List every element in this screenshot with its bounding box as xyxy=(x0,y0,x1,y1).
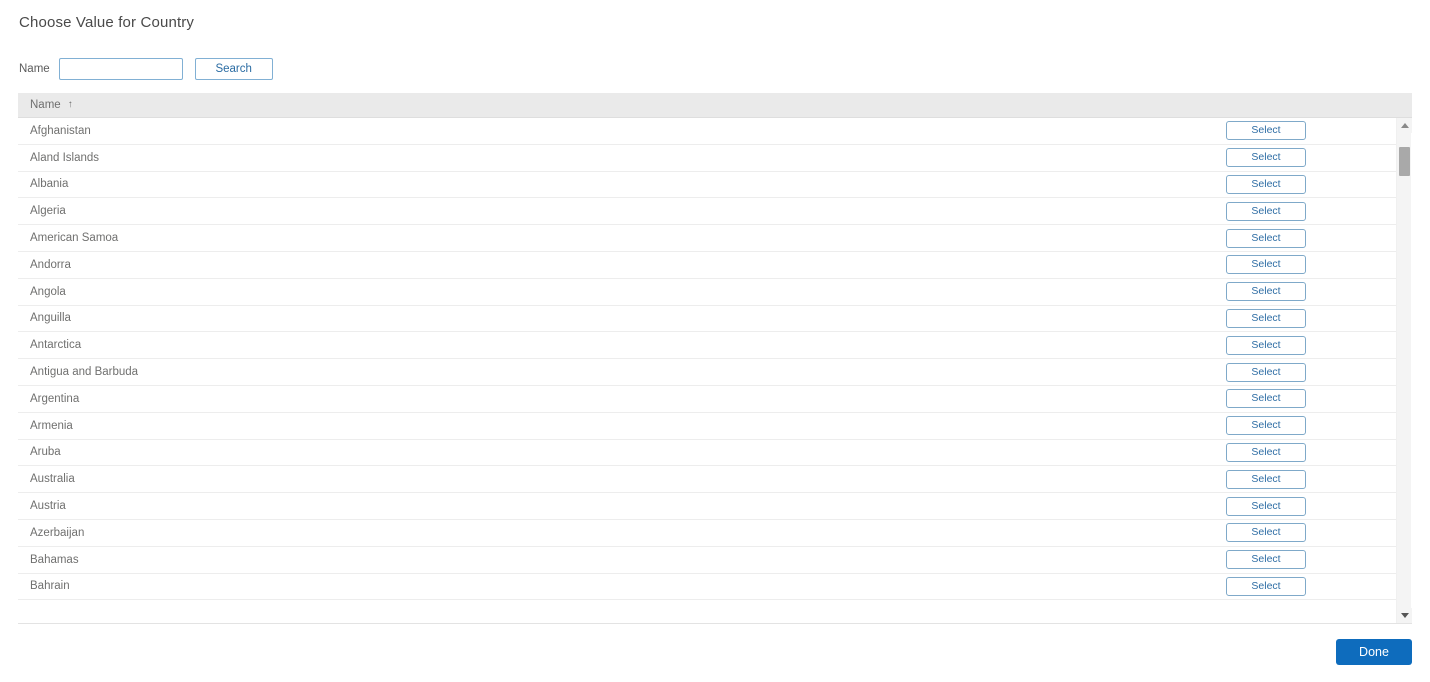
column-header-name-label: Name xyxy=(30,99,61,111)
row-action-cell: Select xyxy=(1226,308,1396,328)
table-row[interactable]: Aland Islands Select xyxy=(18,145,1396,172)
vertical-scrollbar[interactable] xyxy=(1396,118,1412,623)
table-row[interactable]: Antigua and Barbuda Select xyxy=(18,359,1396,386)
select-button[interactable]: Select xyxy=(1226,389,1306,409)
country-name-cell: Armenia xyxy=(30,419,73,432)
table-row[interactable]: Albania Select xyxy=(18,172,1396,199)
triangle-up-icon[interactable] xyxy=(1397,118,1412,133)
country-name-cell: American Samoa xyxy=(30,232,119,245)
search-form: Name Search xyxy=(19,57,273,81)
select-button[interactable]: Select xyxy=(1226,416,1306,436)
row-action-cell: Select xyxy=(1226,255,1396,275)
table-row[interactable]: Argentina Select xyxy=(18,386,1396,413)
row-action-cell: Select xyxy=(1226,121,1396,141)
select-button[interactable]: Select xyxy=(1226,496,1306,516)
table-row[interactable]: American Samoa Select xyxy=(18,225,1396,252)
table-row[interactable]: Australia Select xyxy=(18,466,1396,494)
country-name-cell: Antarctica xyxy=(30,339,82,352)
select-button[interactable]: Select xyxy=(1226,576,1306,596)
row-action-cell: Select xyxy=(1226,335,1396,355)
row-action-cell: Select xyxy=(1226,148,1396,168)
country-table: Name ↑ Afghanistan Select Aland Islands Sel… xyxy=(18,93,1412,624)
table-body: Afghanistan Select Aland Islands Select Alba… xyxy=(18,118,1412,624)
select-button[interactable]: Select xyxy=(1226,469,1306,489)
select-button[interactable]: Select xyxy=(1226,335,1306,355)
select-button[interactable]: Select xyxy=(1226,121,1306,141)
row-action-cell: Select xyxy=(1226,550,1396,570)
country-name-cell: Bahamas xyxy=(30,553,79,566)
country-name-cell: Aland Islands xyxy=(30,151,100,164)
select-button[interactable]: Select xyxy=(1226,308,1306,328)
table-row[interactable]: Afghanistan Select xyxy=(18,118,1396,145)
select-button[interactable]: Select xyxy=(1226,148,1306,168)
select-button[interactable]: Select xyxy=(1226,442,1306,462)
table-row[interactable]: Angola Select xyxy=(18,279,1396,306)
country-name-cell: Azerbaijan xyxy=(30,526,85,539)
done-button[interactable]: Done xyxy=(1336,639,1412,665)
row-action-cell: Select xyxy=(1226,523,1396,543)
row-action-cell: Select xyxy=(1226,362,1396,382)
row-action-cell: Select xyxy=(1226,174,1396,194)
country-name-cell: Austria xyxy=(30,500,66,513)
search-name-label: Name xyxy=(19,63,50,75)
select-button[interactable]: Select xyxy=(1226,550,1306,570)
table-row[interactable]: Algeria Select xyxy=(18,198,1396,226)
country-name-cell: Andorra xyxy=(30,258,71,271)
arrow-up-icon: ↑ xyxy=(67,99,73,110)
row-action-cell: Select xyxy=(1226,442,1396,462)
search-input[interactable] xyxy=(58,58,183,80)
table-rows: Afghanistan Select Aland Islands Select Alba… xyxy=(18,118,1396,623)
table-row[interactable]: Aruba Select xyxy=(18,440,1396,467)
row-action-cell: Select xyxy=(1226,576,1396,596)
table-row[interactable]: Anguilla Select xyxy=(18,306,1396,333)
table-row[interactable]: Bahrain Select xyxy=(18,574,1396,601)
row-action-cell: Select xyxy=(1226,496,1396,516)
select-button[interactable]: Select xyxy=(1226,523,1306,543)
table-row[interactable]: Austria Select xyxy=(18,493,1396,520)
table-row[interactable]: Armenia Select xyxy=(18,413,1396,440)
select-button[interactable]: Select xyxy=(1226,282,1306,302)
select-button[interactable]: Select xyxy=(1226,228,1306,248)
country-name-cell: Bahrain xyxy=(30,580,70,593)
country-name-cell: Antigua and Barbuda xyxy=(30,366,139,379)
table-row[interactable]: Azerbaijan Select xyxy=(18,520,1396,547)
table-row[interactable]: Andorra Select xyxy=(18,252,1396,279)
country-name-cell: Australia xyxy=(30,473,75,486)
country-name-cell: Albania xyxy=(30,178,69,191)
row-action-cell: Select xyxy=(1226,469,1396,489)
row-action-cell: Select xyxy=(1226,228,1396,248)
triangle-down-icon[interactable] xyxy=(1397,608,1412,623)
country-name-cell: Aruba xyxy=(30,446,61,459)
search-button[interactable]: Search xyxy=(194,58,273,80)
row-action-cell: Select xyxy=(1226,389,1396,409)
select-button[interactable]: Select xyxy=(1226,255,1306,275)
select-button[interactable]: Select xyxy=(1226,201,1306,221)
page-title: Choose Value for Country xyxy=(19,14,195,31)
country-name-cell: Algeria xyxy=(30,205,66,218)
country-name-cell: Afghanistan xyxy=(30,124,91,137)
table-header-row: Name ↑ xyxy=(18,93,1412,118)
select-button[interactable]: Select xyxy=(1226,362,1306,382)
country-name-cell: Angola xyxy=(30,285,66,298)
row-action-cell: Select xyxy=(1226,416,1396,436)
choose-value-dialog: Choose Value for Country Name Search Nam… xyxy=(0,0,1430,682)
scrollbar-thumb[interactable] xyxy=(1399,147,1410,176)
select-button[interactable]: Select xyxy=(1226,174,1306,194)
row-action-cell: Select xyxy=(1226,201,1396,221)
table-row[interactable]: Antarctica Select xyxy=(18,332,1396,360)
country-name-cell: Anguilla xyxy=(30,312,71,325)
column-header-name[interactable]: Name ↑ xyxy=(18,99,73,111)
row-action-cell: Select xyxy=(1226,282,1396,302)
country-name-cell: Argentina xyxy=(30,392,80,405)
table-row[interactable]: Bahamas Select xyxy=(18,547,1396,574)
